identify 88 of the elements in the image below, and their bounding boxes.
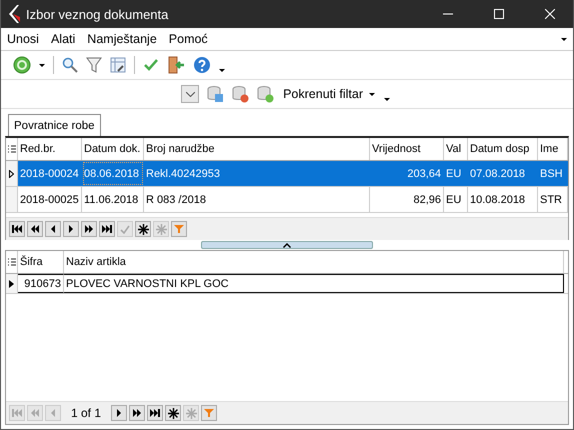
table-cell: 910673	[18, 274, 64, 293]
table-cell: EU	[444, 161, 468, 186]
forward-icon	[150, 409, 160, 417]
asterisk-icon	[138, 224, 148, 234]
navigator-button[interactable]	[111, 405, 128, 421]
overflow-caret-icon[interactable]	[219, 68, 225, 72]
table-row[interactable]: 2018-00024 08.06.2018 Rekl.40242953 203,64 EU 07.08.2018 BSH	[6, 161, 568, 187]
forward-icon	[84, 225, 94, 233]
navigator-button[interactable]	[129, 405, 146, 421]
table-cell: 07.08.2018	[468, 161, 538, 186]
chevron-down-icon	[186, 92, 195, 96]
overflow-caret-icon[interactable]	[561, 38, 567, 40]
database-remove-icon[interactable]	[231, 85, 250, 103]
dropdown-button[interactable]	[181, 85, 200, 103]
column-header[interactable]: Vrijednost	[370, 138, 444, 160]
window-title: Izbor veznog dokumenta	[26, 6, 168, 22]
app-logo-icon	[7, 5, 21, 23]
row-pointer-icon	[9, 170, 14, 178]
forward-icon	[66, 225, 76, 233]
table-cell: R 083 /2018	[144, 187, 370, 212]
table-cell: 11.06.2018	[82, 187, 144, 212]
column-header[interactable]: Datum dok.	[82, 138, 144, 160]
column-chooser-icon[interactable]	[8, 144, 16, 154]
navigator-button[interactable]	[27, 221, 43, 237]
navigator-button[interactable]	[81, 221, 97, 237]
table-wrench-icon[interactable]	[110, 57, 126, 73]
back-icon	[30, 409, 40, 417]
menu-item[interactable]: Unosi	[7, 32, 39, 46]
overflow-caret-icon[interactable]	[384, 98, 390, 100]
navigator-button[interactable]	[165, 405, 182, 421]
asterisk-icon	[156, 224, 166, 234]
refresh-icon[interactable]	[13, 56, 31, 74]
table-cell: BSH	[538, 161, 568, 186]
column-header[interactable]: Broj narudžbe	[144, 138, 370, 160]
page-counter: 1 of 1	[70, 406, 102, 420]
tab[interactable]: Povratnice robe	[8, 114, 101, 136]
search-icon[interactable]	[62, 57, 78, 73]
table-cell: 10.08.2018	[468, 187, 538, 212]
menu-item[interactable]: Alati	[50, 32, 76, 46]
table-cell: 2018-00025	[18, 187, 82, 212]
filter-icon[interactable]	[86, 57, 102, 73]
navigator-button[interactable]	[63, 221, 79, 237]
back-icon	[12, 409, 22, 417]
table-cell: EU	[444, 187, 468, 212]
caret-icon[interactable]	[39, 64, 45, 66]
navigator-button[interactable]	[99, 221, 115, 237]
forward-icon	[132, 409, 142, 417]
close-icon[interactable]	[545, 9, 555, 19]
collapse-up-icon	[283, 242, 291, 248]
exit-door-icon[interactable]	[167, 56, 185, 74]
menu-item[interactable]: Pomoć	[168, 32, 208, 46]
column-header[interactable]: Datum dosp	[468, 138, 538, 160]
asterisk-icon	[168, 408, 179, 418]
asterisk-icon	[186, 408, 197, 418]
column-header[interactable]: Val	[444, 138, 468, 160]
row-pointer-icon	[9, 280, 14, 288]
database-add-icon[interactable]	[256, 85, 274, 103]
database-save-icon[interactable]	[206, 85, 224, 103]
maximize-icon[interactable]	[494, 9, 504, 19]
navigator-button[interactable]	[135, 221, 151, 237]
back-icon	[30, 225, 40, 233]
table-row[interactable]: 2018-00025 11.06.2018 R 083 /2018 82,96 EU 10.08.2018 STR	[6, 187, 568, 213]
column-header[interactable]: Šifra	[18, 251, 64, 273]
help-icon[interactable]	[193, 56, 211, 74]
check-icon	[120, 224, 130, 234]
table-cell: 82,96	[370, 187, 444, 212]
filter-icon	[174, 224, 184, 234]
column-chooser-icon[interactable]	[8, 258, 16, 266]
table-cell: PLOVEC VARNOSTNI KPL GOC	[64, 274, 564, 293]
table-cell: STR	[538, 187, 568, 212]
column-header[interactable]: Ime	[538, 138, 568, 160]
run-filter-button[interactable]: Pokrenuti filtar	[281, 87, 377, 101]
table-cell: 2018-00024	[18, 161, 82, 186]
table-cell: 203,64	[370, 161, 444, 186]
forward-icon	[102, 225, 112, 233]
menu-item[interactable]: Namještanje	[87, 32, 157, 46]
navigator-button[interactable]	[147, 405, 164, 421]
table-row[interactable]: 910673 PLOVEC VARNOSTNI KPL GOC	[6, 274, 568, 294]
check-icon[interactable]	[143, 57, 159, 73]
filter-icon	[204, 408, 214, 418]
table-cell: 08.06.2018	[82, 161, 144, 186]
navigator-button[interactable]	[9, 221, 25, 237]
navigator-button[interactable]	[45, 221, 61, 237]
column-header[interactable]: Red.br.	[18, 138, 82, 160]
back-icon	[12, 225, 22, 233]
table-cell: Rekl.40242953	[144, 161, 370, 186]
splitter-handle[interactable]	[201, 241, 373, 249]
column-header[interactable]: Naziv artikla	[64, 251, 564, 273]
